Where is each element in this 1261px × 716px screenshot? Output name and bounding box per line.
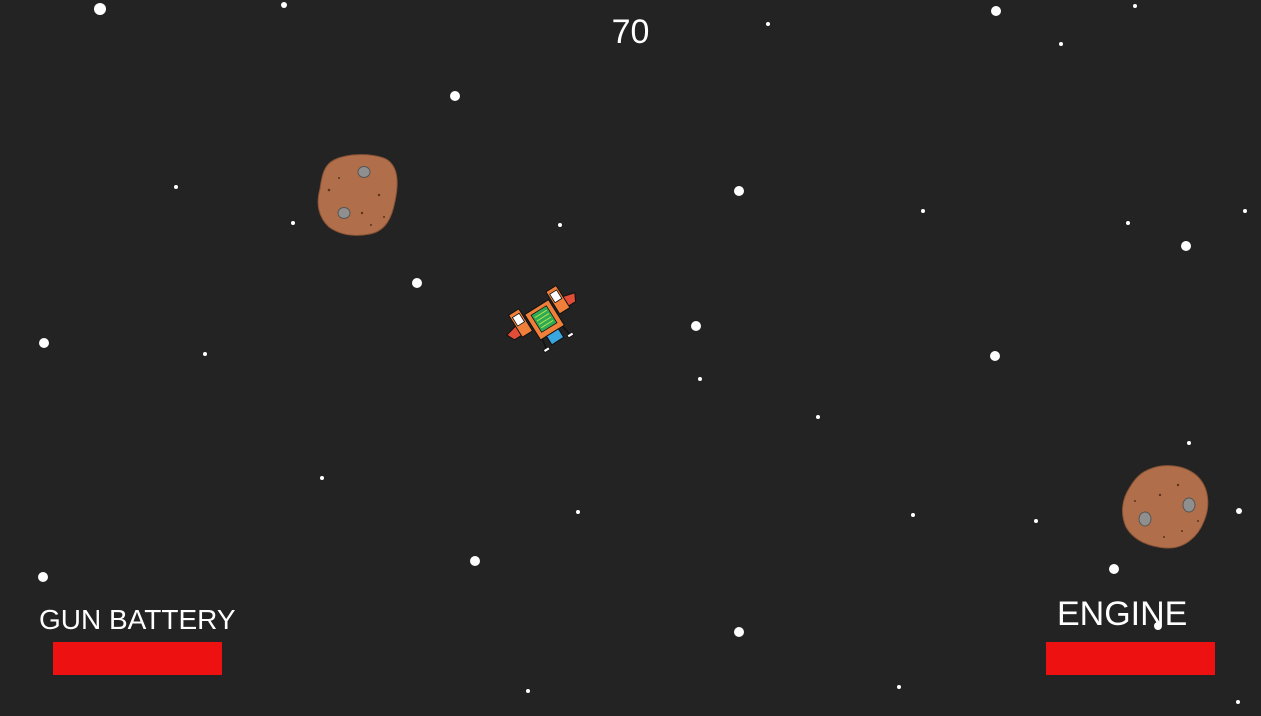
star: [558, 223, 562, 227]
engine-bar: [1046, 642, 1215, 675]
asteroid-icon: [1122, 465, 1209, 549]
spaceship-icon: [506, 284, 577, 354]
score-counter: 70: [611, 13, 650, 51]
star: [1126, 221, 1130, 225]
star: [1236, 700, 1240, 704]
star: [39, 338, 49, 348]
star: [1181, 241, 1191, 251]
gun-battery-label: GUN BATTERY: [39, 604, 236, 635]
star: [38, 572, 48, 582]
star: [1109, 564, 1119, 574]
star: [450, 91, 460, 101]
star: [203, 352, 207, 356]
star: [1133, 4, 1137, 8]
star: [911, 513, 915, 517]
star: [576, 510, 580, 514]
engine-bar-fill: [1046, 642, 1215, 675]
star: [412, 278, 422, 288]
engine-label: ENGINE: [1057, 595, 1188, 633]
star: [1187, 441, 1191, 445]
star: [470, 556, 480, 566]
star: [816, 415, 820, 419]
star: [174, 185, 178, 189]
star: [1236, 508, 1242, 514]
star: [921, 209, 925, 213]
star: [320, 476, 324, 480]
game-canvas[interactable]: 70 GUN BATTERY ENGINE: [0, 0, 1261, 716]
star: [734, 627, 744, 637]
star: [291, 221, 295, 225]
star: [281, 2, 287, 8]
asteroid-icon: [317, 154, 398, 236]
star: [698, 377, 702, 381]
gun-battery-bar: [53, 642, 222, 675]
gun-battery-bar-fill: [53, 642, 222, 675]
star: [734, 186, 744, 196]
star: [1243, 209, 1247, 213]
star: [526, 689, 530, 693]
star: [897, 685, 901, 689]
star: [990, 351, 1000, 361]
star: [1034, 519, 1038, 523]
star: [691, 321, 701, 331]
